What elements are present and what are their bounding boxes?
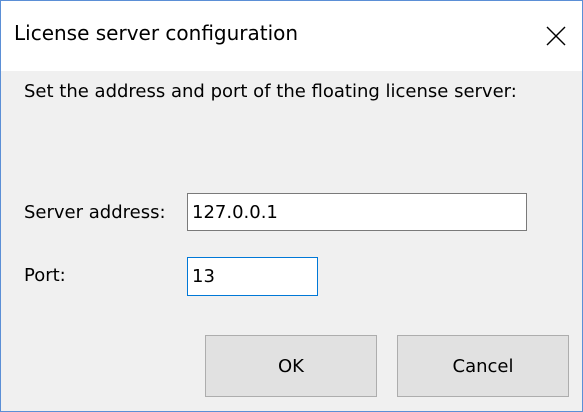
server-address-label: Server address:	[24, 202, 166, 223]
close-button[interactable]	[534, 14, 578, 58]
cancel-button[interactable]: Cancel	[397, 335, 569, 397]
title-bar: License server configuration	[1, 1, 582, 71]
ok-button-label: OK	[278, 355, 304, 377]
dialog-description: Set the address and port of the floating…	[24, 81, 517, 102]
ok-button[interactable]: OK	[205, 335, 377, 397]
server-address-input[interactable]	[187, 193, 527, 231]
close-icon	[546, 26, 566, 46]
license-server-dialog: License server configuration Set the add…	[0, 0, 583, 412]
dialog-title: License server configuration	[14, 21, 299, 45]
port-input[interactable]	[187, 257, 318, 296]
port-label: Port:	[24, 265, 66, 286]
cancel-button-label: Cancel	[452, 355, 514, 377]
dialog-body: Set the address and port of the floating…	[1, 71, 582, 411]
